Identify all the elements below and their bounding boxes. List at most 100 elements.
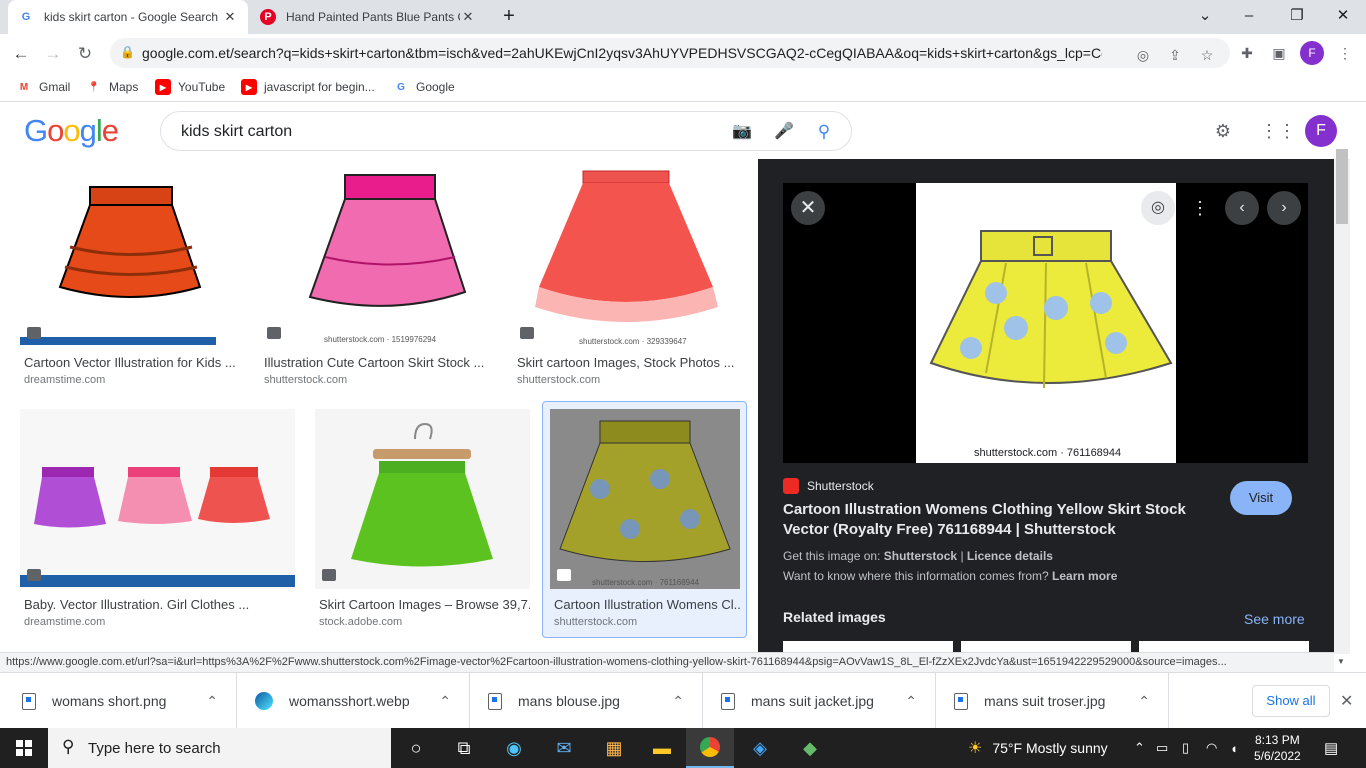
result-caption[interactable]: Illustration Cute Cartoon Skirt Stock ..… (264, 355, 489, 370)
account-avatar[interactable]: F (1305, 115, 1337, 147)
next-image-button[interactable]: › (1267, 191, 1301, 225)
search-box[interactable]: kids skirt carton 📷 🎤 ⚲ (160, 111, 852, 151)
close-shelf-icon[interactable]: ✕ (1340, 691, 1353, 711)
clock[interactable]: 8:13 PM 5/6/2022 (1254, 728, 1301, 768)
extensions-icon[interactable]: ✚ (1236, 42, 1258, 64)
wifi-icon[interactable]: ◠ (1206, 728, 1217, 768)
network-icon[interactable]: ▭ (1156, 728, 1168, 768)
task-view-icon[interactable]: ⧉ (440, 728, 488, 768)
result-thumbnail[interactable]: shutterstock.com · 1519976294 (260, 167, 493, 347)
restore-button[interactable]: ❐ (1282, 4, 1312, 28)
cortana-icon[interactable]: ○ (392, 728, 440, 768)
show-hidden-icons[interactable]: ⌃ (1134, 728, 1145, 768)
download-item[interactable]: womans short.png ⌃ (4, 673, 237, 729)
search-icon[interactable]: ⚲ (813, 121, 835, 143)
download-item[interactable]: mans blouse.jpg ⌃ (470, 673, 703, 729)
minimize-button[interactable]: – (1234, 4, 1264, 28)
close-icon[interactable]: ✕ (460, 9, 476, 25)
result-caption[interactable]: Cartoon Vector Illustration for Kids ... (24, 355, 240, 370)
close-window-button[interactable]: ✕ (1328, 4, 1358, 28)
result-caption[interactable]: Cartoon Illustration Womens Cl... (554, 597, 740, 612)
edge-icon[interactable]: ◉ (490, 728, 538, 768)
apps-grid-icon[interactable]: ⋮⋮ (1260, 118, 1296, 144)
app-icon[interactable]: ◈ (736, 728, 784, 768)
weather-widget[interactable]: ☀ 75°F Mostly sunny (968, 728, 1108, 768)
taskbar-search[interactable]: ⚲ Type here to search (48, 728, 391, 768)
bookmark-maps[interactable]: 📍 Maps (86, 77, 139, 97)
get-image-site-link[interactable]: Shutterstock (884, 549, 957, 563)
show-all-button[interactable]: Show all (1252, 685, 1330, 717)
preview-title[interactable]: Cartoon Illustration Womens Clothing Yel… (783, 500, 1213, 540)
file-explorer-icon[interactable]: ▬ (638, 728, 686, 768)
chevron-up-icon[interactable]: ⌃ (206, 693, 218, 710)
visit-button[interactable]: Visit (1230, 481, 1292, 515)
image-result[interactable]: shutterstock.com · 1519976294 Illustrati… (260, 167, 493, 392)
result-thumbnail[interactable]: shutterstock.com · 761168944 (550, 409, 740, 589)
scrollbar-thumb[interactable] (1336, 149, 1348, 224)
battery-icon[interactable]: ▯ (1182, 728, 1189, 768)
microphone-icon[interactable]: 🎤 (773, 121, 795, 143)
menu-kebab-icon[interactable]: ⋮ (1334, 42, 1356, 64)
result-caption[interactable]: Baby. Vector Illustration. Girl Clothes … (24, 597, 295, 612)
download-item[interactable]: mans suit jacket.jpg ⌃ (703, 673, 936, 729)
scroll-down-icon[interactable]: ▼ (1337, 657, 1345, 666)
profile-avatar[interactable]: F (1300, 41, 1324, 65)
image-result[interactable]: Cartoon Vector Illustration for Kids ...… (20, 167, 240, 392)
search-query[interactable]: kids skirt carton (181, 123, 292, 141)
result-caption[interactable]: Skirt Cartoon Images – Browse 39,7... (319, 597, 530, 612)
image-result-selected[interactable]: shutterstock.com · 761168944 Cartoon Ill… (542, 401, 747, 638)
chevron-up-icon[interactable]: ⌃ (905, 693, 917, 710)
chrome-icon[interactable] (686, 728, 734, 768)
preview-site[interactable]: Shutterstock (783, 478, 874, 494)
bookmark-star-icon[interactable]: ☆ (1196, 44, 1218, 66)
bookmark-youtube[interactable]: ▶ YouTube (155, 77, 225, 97)
chevron-up-icon[interactable]: ⌃ (1138, 693, 1150, 710)
side-panel-icon[interactable]: ▣ (1268, 42, 1290, 64)
back-button[interactable]: ← (8, 41, 34, 67)
chevron-up-icon[interactable]: ⌃ (439, 693, 451, 710)
store-icon[interactable]: ▦ (590, 728, 638, 768)
notifications-icon[interactable]: ▤ (1324, 728, 1338, 768)
windows-start-icon[interactable] (0, 728, 48, 768)
tracking-off-icon[interactable]: ◎ (1132, 44, 1154, 66)
result-thumbnail[interactable] (20, 167, 240, 347)
camera-icon[interactable]: 📷 (731, 121, 753, 143)
lens-search-icon[interactable]: ◎ (1141, 191, 1175, 225)
result-thumbnail[interactable]: shutterstock.com · 329339647 (513, 167, 739, 347)
forward-button[interactable]: → (40, 41, 66, 67)
chevron-up-icon[interactable]: ⌃ (672, 693, 684, 710)
download-item[interactable]: womansshort.webp ⌃ (237, 673, 470, 729)
download-item[interactable]: mans suit troser.jpg ⌃ (936, 673, 1169, 729)
close-icon[interactable]: ✕ (222, 9, 238, 25)
result-caption[interactable]: Skirt cartoon Images, Stock Photos ... (517, 355, 735, 370)
result-thumbnail[interactable] (315, 409, 530, 589)
mail-icon[interactable]: ✉ (540, 728, 588, 768)
bookmark-google[interactable]: G Google (393, 77, 455, 97)
settings-gear-icon[interactable]: ⚙ (1210, 118, 1236, 144)
see-more-link[interactable]: See more (1244, 611, 1305, 627)
reload-button[interactable]: ↻ (72, 41, 98, 67)
image-result[interactable]: shutterstock.com · 329339647 Skirt carto… (513, 167, 739, 392)
preview-image[interactable]: shutterstock.com · 761168944 (916, 183, 1176, 463)
new-tab-button[interactable]: + (494, 4, 524, 28)
volume-icon[interactable]: ◖ (1230, 728, 1238, 768)
bookmark-javascript[interactable]: ▶ javascript for begin... (241, 77, 375, 97)
tab-search-chevron-icon[interactable]: ⌄ (1190, 4, 1220, 28)
address-bar[interactable]: 🔒 google.com.et/search?q=kids+skirt+cart… (110, 38, 1230, 68)
tab-google-search[interactable]: G kids skirt carton - Google Search ✕ (8, 0, 248, 34)
learn-more-link[interactable]: Learn more (1052, 569, 1117, 583)
app-icon[interactable]: ◆ (786, 728, 834, 768)
tab-pinterest[interactable]: P Hand Painted Pants Blue Pants Cl ✕ (250, 0, 486, 34)
image-result[interactable]: Skirt Cartoon Images – Browse 39,7... st… (315, 409, 530, 634)
result-thumbnail[interactable] (20, 409, 295, 589)
google-logo[interactable]: Google (24, 113, 119, 149)
close-preview-button[interactable]: ✕ (791, 191, 825, 225)
share-icon[interactable]: ⇪ (1164, 44, 1186, 66)
previous-image-button[interactable]: ‹ (1225, 191, 1259, 225)
page-scrollbar[interactable]: ▲ ▼ (1334, 149, 1350, 666)
lock-icon[interactable]: 🔒 (120, 45, 135, 59)
licence-details-link[interactable]: Licence details (967, 549, 1053, 563)
more-options-icon[interactable]: ⋮ (1183, 191, 1217, 225)
image-result[interactable]: Baby. Vector Illustration. Girl Clothes … (20, 409, 295, 634)
bookmark-gmail[interactable]: M Gmail (16, 77, 71, 97)
